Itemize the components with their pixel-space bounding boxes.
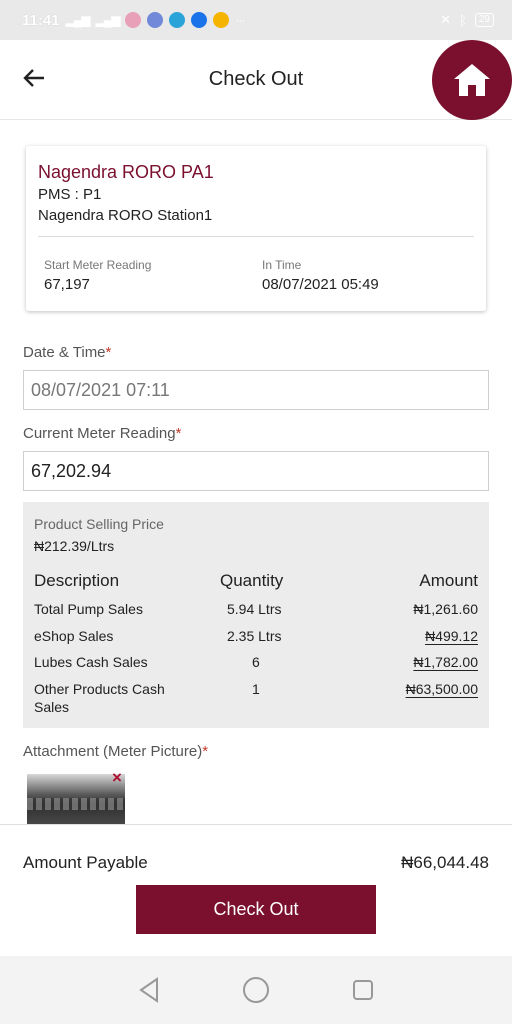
row-description-cont: Sales bbox=[34, 699, 70, 715]
row-quantity: 2.35 Ltrs bbox=[227, 628, 282, 644]
start-meter-label: Start Meter Reading bbox=[44, 258, 152, 272]
check-out-button[interactable]: Check Out bbox=[136, 885, 376, 934]
meter-reading-input[interactable]: 67,202.94 bbox=[23, 451, 489, 491]
station-name: Nagendra RORO Station1 bbox=[38, 207, 213, 224]
row-description: Total Pump Sales bbox=[34, 601, 143, 617]
row-description: eShop Sales bbox=[34, 628, 114, 644]
lubes-amount-link[interactable]: ₦1,782.00 bbox=[413, 654, 478, 670]
discord-icon bbox=[147, 12, 164, 28]
signal-icon-2: ▂▄▆ bbox=[95, 13, 121, 27]
row-quantity: 6 bbox=[252, 654, 260, 670]
in-time-label: In Time bbox=[262, 258, 302, 272]
home-button[interactable] bbox=[432, 40, 512, 120]
eshop-amount-link[interactable]: ₦499.12 bbox=[425, 628, 478, 644]
sales-summary-panel: Product Selling Price ₦212.39/Ltrs Descr… bbox=[23, 502, 489, 728]
date-time-label: Date & Time* bbox=[23, 344, 112, 361]
status-time: 11:41 bbox=[22, 11, 60, 29]
status-bar: 11:41 ▂▄▆ ▂▄▆ ··· ✕ ᛒ 29 bbox=[0, 0, 512, 40]
date-time-field[interactable]: 08/07/2021 07:11 bbox=[23, 370, 489, 410]
bluetooth-icon: ᛒ bbox=[459, 12, 467, 28]
app-bar: Check Out bbox=[0, 40, 512, 120]
row-description: Lubes Cash Sales bbox=[34, 654, 148, 670]
system-nav-bar bbox=[0, 956, 512, 1024]
battery-icon: 29 bbox=[474, 13, 494, 27]
selling-price-label: Product Selling Price bbox=[34, 516, 164, 532]
col-description-header: Description bbox=[34, 571, 120, 590]
signal-icon: ▂▄▆ bbox=[65, 13, 91, 27]
other-products-amount-link[interactable]: ₦63,500.00 bbox=[406, 681, 478, 697]
row-quantity: 5.94 Ltrs bbox=[227, 601, 282, 617]
row-description: Other Products Cash bbox=[34, 681, 165, 697]
attachment-label: Attachment (Meter Picture)* bbox=[23, 743, 209, 760]
telegram-icon bbox=[169, 12, 186, 28]
row-amount: ₦1,261.60 bbox=[413, 601, 478, 617]
divider bbox=[38, 236, 474, 237]
nav-recents-icon[interactable] bbox=[343, 970, 383, 1010]
row-quantity: 1 bbox=[252, 681, 260, 697]
selling-price-value: ₦212.39/Ltrs bbox=[34, 538, 115, 554]
meter-reading-label: Current Meter Reading* bbox=[23, 425, 182, 442]
app-icon bbox=[191, 12, 208, 28]
photos-icon bbox=[213, 12, 230, 28]
nav-home-icon[interactable] bbox=[236, 970, 276, 1010]
meter-picture-thumbnail[interactable] bbox=[27, 774, 125, 824]
col-quantity-header: Quantity bbox=[220, 571, 284, 590]
start-meter-value: 67,197 bbox=[44, 276, 90, 293]
amount-payable-label: Amount Payable bbox=[23, 853, 148, 872]
pump-name: Nagendra RORO PA1 bbox=[38, 162, 214, 182]
station-card: Nagendra RORO PA1 PMS : P1 Nagendra RORO… bbox=[26, 146, 486, 311]
mute-icon: ✕ bbox=[440, 12, 452, 27]
in-time-value: 08/07/2021 05:49 bbox=[262, 276, 379, 293]
more-notifications-icon: ··· bbox=[235, 13, 245, 27]
remove-attachment-icon[interactable]: × bbox=[112, 769, 122, 786]
nav-back-icon[interactable] bbox=[129, 970, 169, 1010]
col-amount-header: Amount bbox=[419, 571, 478, 590]
amount-payable-value: ₦66,044.48 bbox=[401, 853, 489, 872]
bottom-summary: Amount Payable ₦66,044.48 Check Out bbox=[0, 824, 512, 956]
pms-label: PMS : P1 bbox=[38, 186, 102, 203]
home-icon bbox=[454, 64, 490, 96]
slack-icon bbox=[125, 12, 142, 28]
